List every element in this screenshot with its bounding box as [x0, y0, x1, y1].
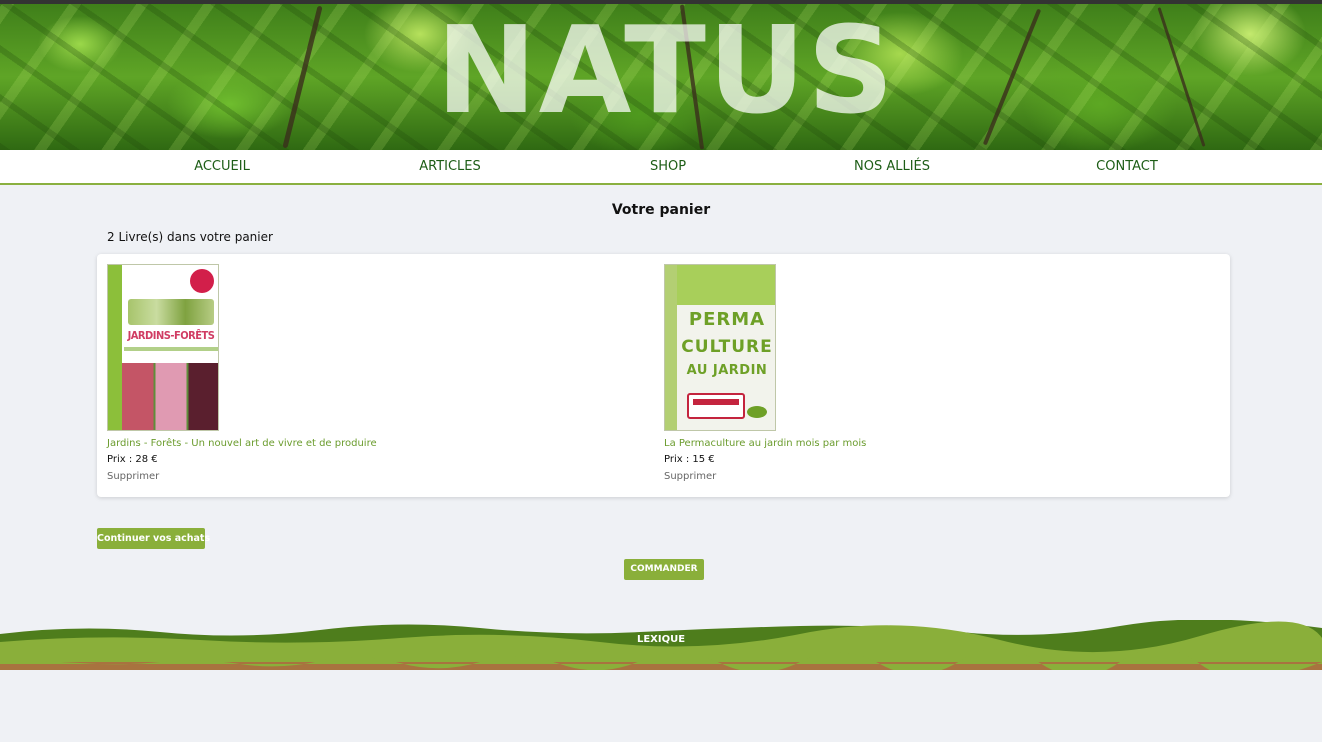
book-price: Prix : 15 €: [664, 454, 715, 465]
cover-side-band: [665, 265, 677, 430]
cover-subtitle-line: [124, 347, 218, 351]
cart-items-card: JARDINS-FORÊTS Jardins - Forêts - Un nou…: [97, 254, 1230, 497]
page-title: Votre panier: [611, 202, 711, 218]
lexique-link[interactable]: LEXIQUE: [0, 634, 1322, 645]
cover-title: JARDINS-FORÊTS: [127, 329, 215, 342]
book-title-link[interactable]: La Permaculture au jardin mois par mois: [664, 438, 866, 449]
cover-title-line: AU JARDIN: [686, 363, 768, 378]
nav-item-shop[interactable]: SHOP: [650, 150, 686, 183]
cover-title-line: PERMA: [688, 309, 766, 330]
cover-badge: [190, 269, 214, 293]
cart-item: JARDINS-FORÊTS Jardins - Forêts - Un nou…: [107, 264, 377, 482]
nav-item-accueil[interactable]: ACCUEIL: [194, 150, 250, 183]
book-title-link[interactable]: Jardins - Forêts - Un nouvel art de vivr…: [107, 438, 377, 449]
cover-title-line: CULTURE: [681, 337, 773, 357]
nav-item-nos-allies[interactable]: NOS ALLIÉS: [854, 150, 930, 183]
leaf-icon: [747, 406, 767, 418]
nav-item-contact[interactable]: CONTACT: [1096, 150, 1158, 183]
book-cover-image[interactable]: PERMA CULTURE AU JARDIN: [664, 264, 776, 431]
cover-illustration: [128, 299, 214, 325]
cover-photos: [122, 363, 218, 430]
cover-top-band: [677, 265, 775, 305]
main-nav: ACCUEIL ARTICLES SHOP NOS ALLIÉS CONTACT: [0, 150, 1322, 185]
book-cover-image[interactable]: JARDINS-FORÊTS: [107, 264, 219, 431]
grass-soil-decoration: [0, 620, 1322, 670]
cover-sign: [687, 393, 745, 419]
remove-item-link[interactable]: Supprimer: [107, 471, 377, 482]
nav-item-articles[interactable]: ARTICLES: [419, 150, 481, 183]
cover-side-band: [108, 265, 122, 430]
book-price: Prix : 28 €: [107, 454, 158, 465]
site-logo-title[interactable]: NATUS: [0, 12, 1322, 132]
remove-item-link[interactable]: Supprimer: [664, 471, 866, 482]
cart-count-text: 2 Livre(s) dans votre panier: [107, 230, 273, 244]
order-button[interactable]: COMMANDER: [624, 559, 704, 580]
cart-item: PERMA CULTURE AU JARDIN La Permaculture …: [664, 264, 866, 482]
header-banner: NATUS: [0, 4, 1322, 150]
footer: LEXIQUE: [0, 620, 1322, 670]
continue-shopping-button[interactable]: Continuer vos achats: [97, 528, 210, 549]
